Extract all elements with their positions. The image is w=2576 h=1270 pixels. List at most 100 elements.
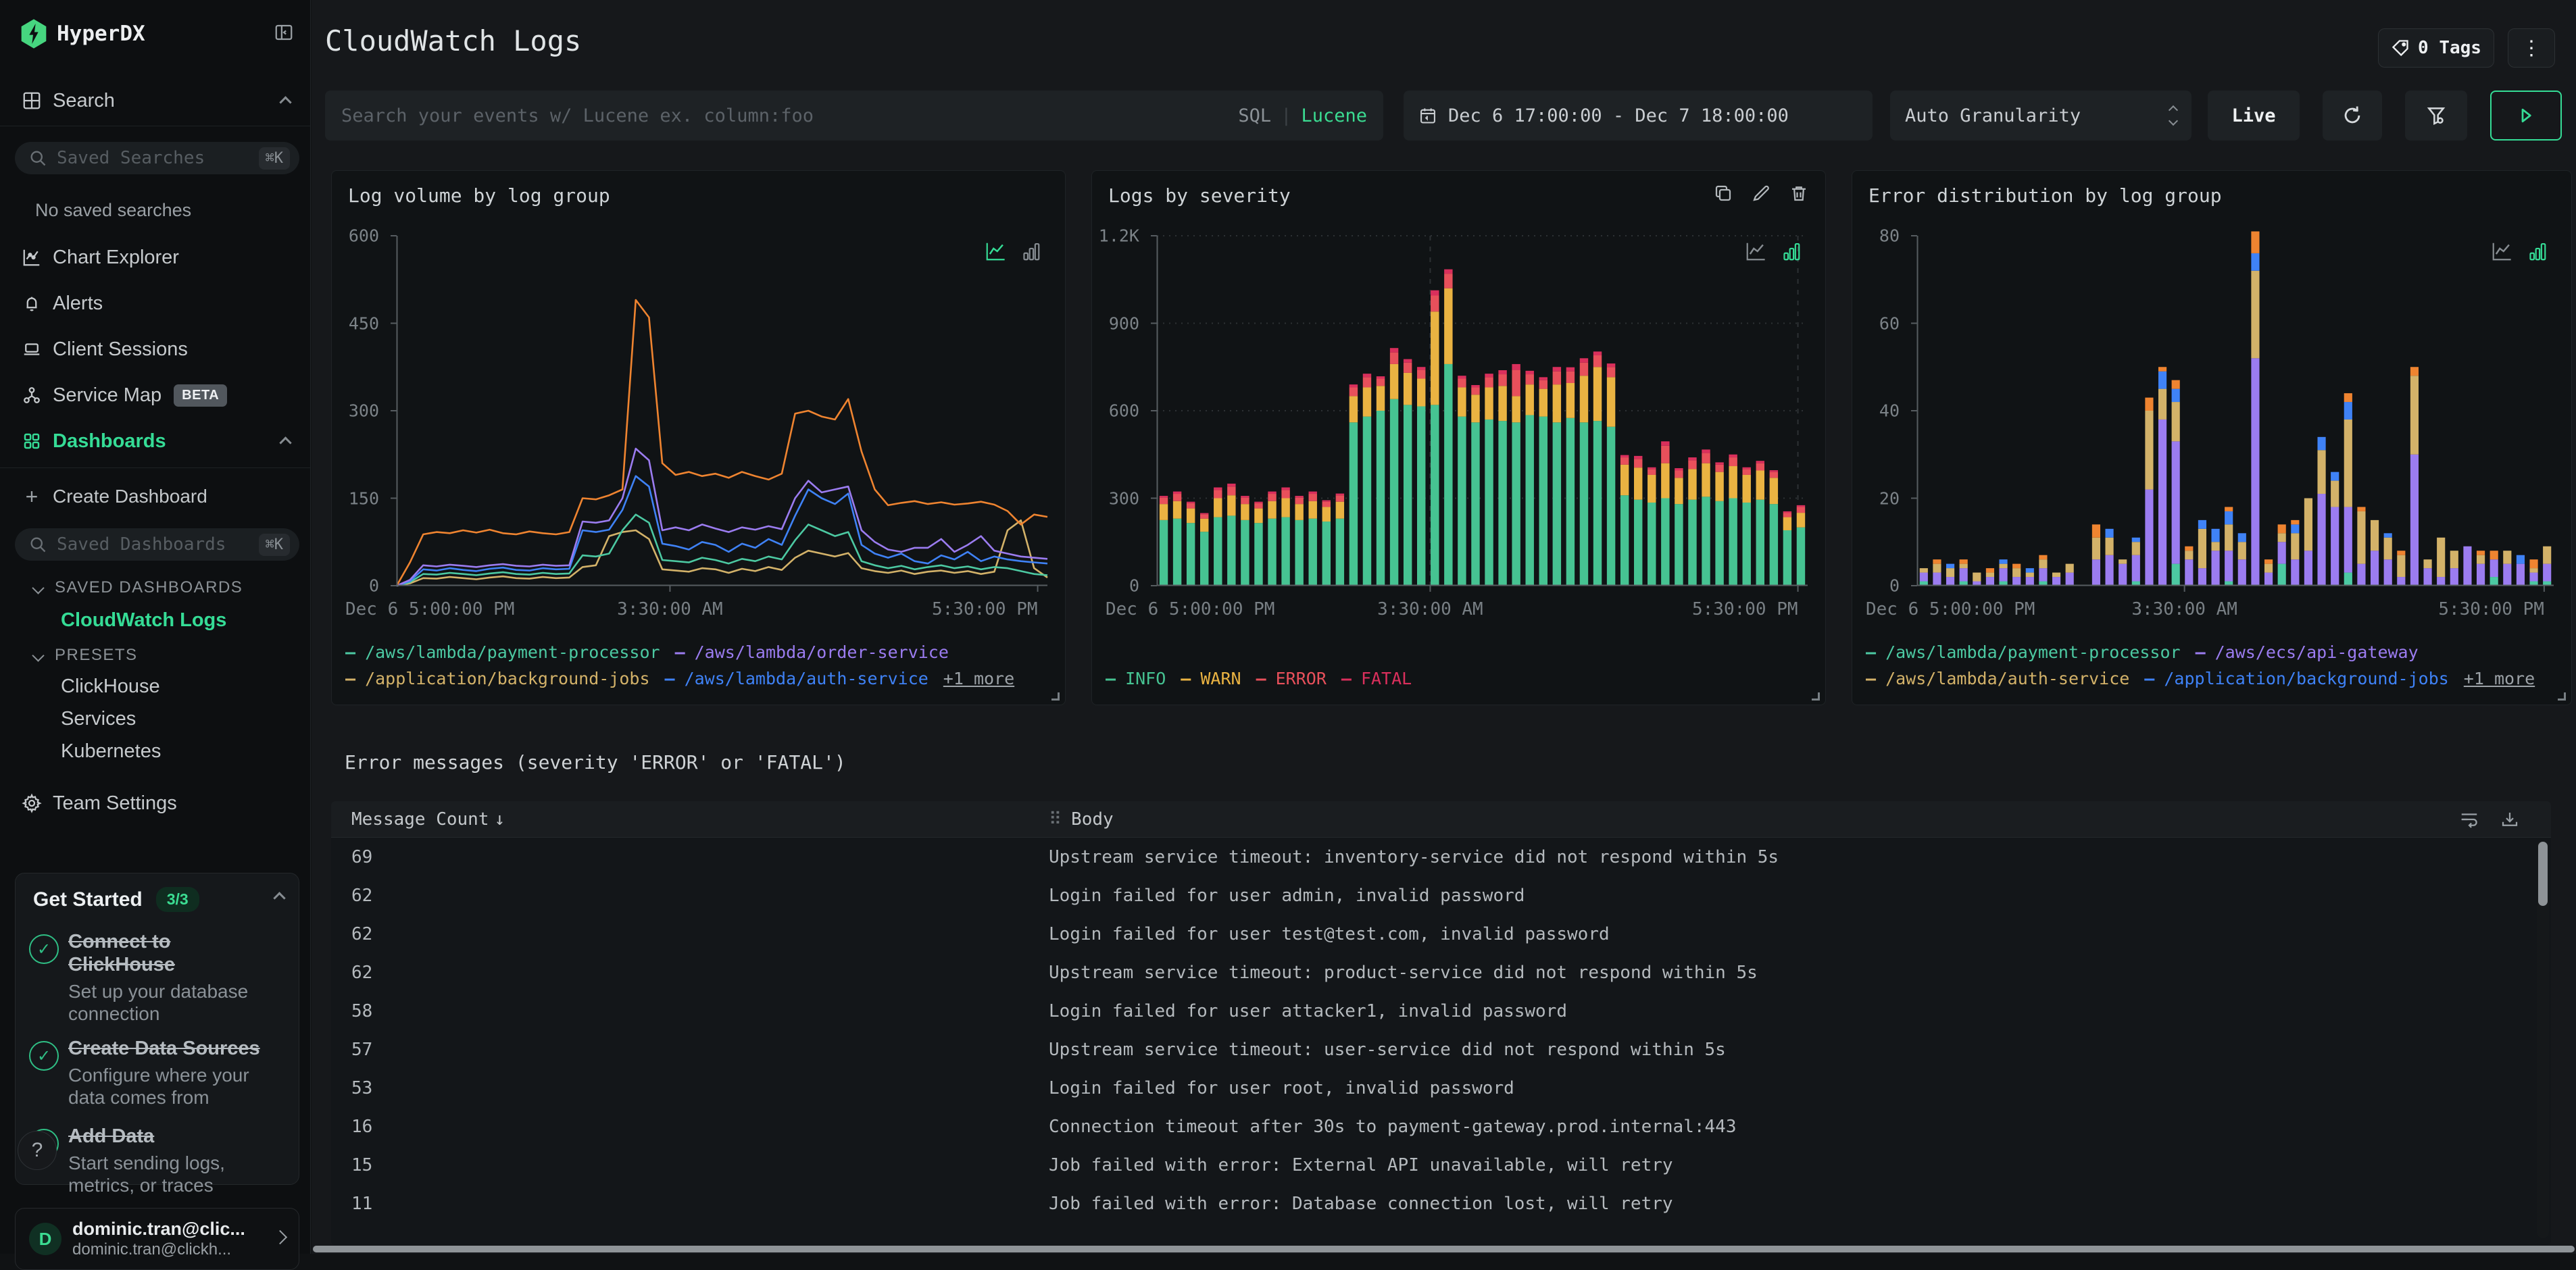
resize-handle-icon[interactable] bbox=[1812, 692, 1820, 701]
table-row[interactable]: 53Login failed for user root, invalid pa… bbox=[331, 1069, 2535, 1107]
date-range-picker[interactable]: Dec 6 17:00:00 - Dec 7 18:00:00 bbox=[1404, 91, 1873, 141]
x-axis-tick-label: Dec 6 5:00:00 PM bbox=[345, 599, 514, 619]
table-header: Message Count ↓ ⠿ Body bbox=[331, 801, 2551, 838]
chevron-up-icon[interactable] bbox=[275, 894, 284, 906]
get-started-step-connect[interactable]: ✓ Connect to ClickHouse Set up your data… bbox=[29, 930, 288, 1025]
table-section-title: Error messages (severity 'ERROR' or 'FAT… bbox=[345, 751, 846, 773]
sidebar-collapse-icon[interactable] bbox=[274, 22, 294, 46]
language-sql-toggle[interactable]: SQL bbox=[1238, 105, 1271, 126]
legend-item[interactable]: —FATAL bbox=[1341, 669, 1412, 688]
legend-item[interactable]: —INFO bbox=[1106, 669, 1166, 688]
table-row[interactable]: 11Job failed with error: Database connec… bbox=[331, 1184, 2535, 1223]
wrap-text-icon[interactable] bbox=[2459, 809, 2479, 830]
table-row[interactable]: 62Login failed for user test@test.com, i… bbox=[331, 915, 2535, 953]
duplicate-icon[interactable] bbox=[1713, 183, 1733, 203]
sidebar-item-dashboards[interactable]: Dashboards bbox=[0, 426, 310, 457]
stacked-bar-chart[interactable] bbox=[1157, 236, 1808, 586]
resize-handle-icon[interactable] bbox=[1051, 692, 1060, 701]
legend-item[interactable]: —WARN bbox=[1181, 669, 1241, 688]
sidebar-item-service-map[interactable]: Service Map BETA bbox=[0, 380, 310, 411]
line-chart[interactable] bbox=[397, 236, 1047, 586]
get-started-step-add-data[interactable]: ✓ Add Data Start sending logs, metrics, … bbox=[29, 1125, 288, 1196]
bar-mode-icon[interactable] bbox=[1779, 241, 1802, 261]
preset-services[interactable]: Services bbox=[61, 708, 136, 730]
sidebar-item-client-sessions[interactable]: Client Sessions bbox=[0, 334, 310, 365]
stacked-bar-chart[interactable] bbox=[1917, 236, 2554, 586]
get-started-step-sources[interactable]: ✓ Create Data Sources Configure where yo… bbox=[29, 1037, 288, 1109]
y-axis-tick-label: 900 bbox=[1109, 313, 1139, 333]
bar-mode-icon[interactable] bbox=[1019, 241, 1042, 261]
event-search-input[interactable]: Search your events w/ Lucene ex. column:… bbox=[325, 91, 1383, 141]
search-placeholder: Search your events w/ Lucene ex. column:… bbox=[341, 105, 1238, 126]
line-mode-icon[interactable] bbox=[984, 241, 1007, 261]
get-started-card: Get Started 3/3 ✓ Connect to ClickHouse … bbox=[15, 873, 299, 1185]
column-message-count[interactable]: Message Count ↓ bbox=[331, 809, 505, 830]
tags-button[interactable]: 0 Tags bbox=[2378, 28, 2494, 68]
chart-mode-toggle[interactable] bbox=[984, 241, 1042, 261]
legend-item[interactable]: —/application/background-jobs bbox=[2144, 669, 2449, 688]
user-profile-card[interactable]: D dominic.tran@clic... dominic.tran@clic… bbox=[15, 1208, 299, 1270]
legend-row: —/aws/lambda/payment-processor —/aws/lamb… bbox=[345, 642, 1051, 662]
legend-item[interactable]: —ERROR bbox=[1256, 669, 1327, 688]
legend-swatch: — bbox=[1256, 669, 1266, 688]
panel-menu-button[interactable]: ⋮ bbox=[2508, 28, 2555, 68]
presets-header[interactable]: PRESETS bbox=[34, 646, 138, 665]
table-row[interactable]: 62Login failed for user admin, invalid p… bbox=[331, 876, 2535, 915]
table-row[interactable]: 58Login failed for user attacker1, inval… bbox=[331, 992, 2535, 1030]
saved-dashboard-cloudwatch-logs[interactable]: CloudWatch Logs bbox=[61, 609, 226, 632]
run-query-button[interactable] bbox=[2490, 91, 2562, 141]
sidebar-item-search[interactable]: Search bbox=[0, 85, 310, 116]
preset-kubernetes[interactable]: Kubernetes bbox=[61, 740, 161, 763]
table-row[interactable]: 69Upstream service timeout: inventory-se… bbox=[331, 838, 2535, 876]
filter-icon bbox=[2425, 105, 2447, 126]
table-scrollbar[interactable] bbox=[2537, 840, 2549, 1238]
chevron-up-icon[interactable] bbox=[281, 90, 290, 112]
legend-more-link[interactable]: +1 more bbox=[943, 669, 1014, 688]
create-dashboard-button[interactable]: + Create Dashboard bbox=[0, 481, 310, 512]
help-button[interactable]: ? bbox=[18, 1131, 57, 1170]
language-lucene-toggle[interactable]: Lucene bbox=[1301, 105, 1367, 126]
panel-error-distribution: Error distribution by log group 02040608… bbox=[1852, 170, 2572, 705]
preset-clickhouse[interactable]: ClickHouse bbox=[61, 676, 160, 698]
legend-item[interactable]: —/aws/lambda/auth-service bbox=[1866, 669, 2129, 688]
table-row[interactable]: 16Connection timeout after 30s to paymen… bbox=[331, 1107, 2535, 1146]
legend-item[interactable]: —/aws/lambda/order-service bbox=[675, 642, 949, 662]
delete-icon[interactable] bbox=[1789, 183, 1809, 203]
legend-item[interactable]: —/aws/lambda/auth-service bbox=[665, 669, 928, 688]
line-mode-icon[interactable] bbox=[2490, 241, 2513, 261]
scrollbar-thumb[interactable] bbox=[2538, 842, 2548, 906]
service-map-icon bbox=[20, 384, 43, 407]
filter-button[interactable] bbox=[2405, 91, 2467, 141]
legend-item[interactable]: —/aws/lambda/payment-processor bbox=[345, 642, 660, 662]
saved-searches-input[interactable]: Saved Searches ⌘K bbox=[15, 142, 299, 174]
table-row[interactable]: 57Upstream service timeout: user-service… bbox=[331, 1030, 2535, 1069]
chart-mode-toggle[interactable] bbox=[1744, 241, 1802, 261]
granularity-select[interactable]: Auto Granularity bbox=[1890, 91, 2191, 141]
chart-legend: —/aws/lambda/payment-processor —/aws/ecs/… bbox=[1866, 636, 2558, 688]
sidebar-item-label: Search bbox=[53, 90, 115, 112]
saved-dashboards-header[interactable]: SAVED DASHBOARDS bbox=[34, 578, 243, 597]
legend-item[interactable]: —/aws/lambda/payment-processor bbox=[1866, 642, 2181, 662]
horizontal-scrollbar-thumb[interactable] bbox=[313, 1246, 2575, 1252]
table-row[interactable]: 15Job failed with error: External API un… bbox=[331, 1146, 2535, 1184]
download-icon[interactable] bbox=[2500, 809, 2520, 830]
chart-mode-toggle[interactable] bbox=[2490, 241, 2548, 261]
legend-more-link[interactable]: +1 more bbox=[2464, 669, 2535, 688]
sidebar-item-chart-explorer[interactable]: Chart Explorer bbox=[0, 242, 310, 273]
bar-mode-icon[interactable] bbox=[2525, 241, 2548, 261]
legend-item[interactable]: —/aws/ecs/api-gateway bbox=[2196, 642, 2419, 662]
column-body[interactable]: ⠿ Body bbox=[1049, 809, 1114, 830]
live-button[interactable]: Live bbox=[2208, 91, 2300, 141]
refresh-button[interactable] bbox=[2323, 91, 2382, 141]
table-row[interactable]: 62Upstream service timeout: product-serv… bbox=[331, 953, 2535, 992]
sidebar-item-team-settings[interactable]: Team Settings bbox=[0, 788, 310, 819]
edit-icon[interactable] bbox=[1751, 183, 1771, 203]
line-mode-icon[interactable] bbox=[1744, 241, 1767, 261]
saved-dashboards-input[interactable]: Saved Dashboards ⌘K bbox=[15, 528, 299, 561]
resize-handle-icon[interactable] bbox=[2558, 692, 2566, 701]
legend-swatch: — bbox=[345, 669, 355, 688]
legend-item[interactable]: —/application/background-jobs bbox=[345, 669, 650, 688]
sidebar-item-alerts[interactable]: Alerts bbox=[0, 288, 310, 319]
chevron-up-icon[interactable] bbox=[281, 430, 290, 453]
legend-label: /application/background-jobs bbox=[2164, 669, 2448, 688]
